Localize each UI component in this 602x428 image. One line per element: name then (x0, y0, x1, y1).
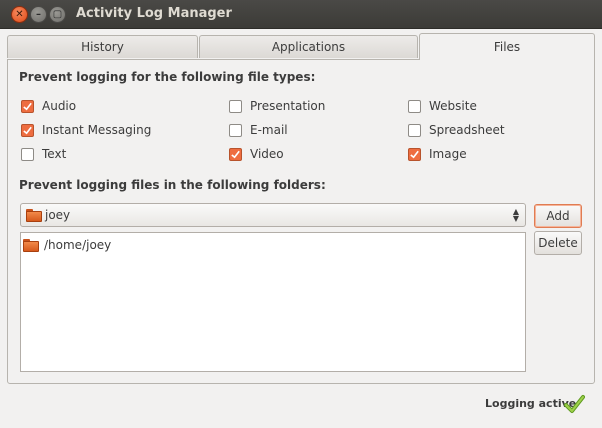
close-icon: ✕ (15, 9, 24, 20)
folder-icon (26, 208, 42, 222)
checkbox-image[interactable]: Image (408, 146, 467, 162)
checkbox-instant-messaging-label: Instant Messaging (42, 123, 152, 137)
tab-applications[interactable]: Applications (199, 35, 418, 58)
checkmark-icon (231, 150, 240, 158)
add-button-label: Add (546, 209, 570, 223)
activity-log-manager-window: ✕ – ▢ Activity Log Manager History Appli… (0, 0, 602, 428)
minimize-icon: – (36, 9, 41, 20)
checkbox-video[interactable]: Video (229, 146, 284, 162)
checkbox-spreadsheet[interactable]: Spreadsheet (408, 122, 505, 138)
checkbox-image-label: Image (429, 147, 467, 161)
checkmark-icon (23, 102, 32, 110)
checkbox-video-label: Video (250, 147, 284, 161)
folder-path: /home/joey (44, 238, 112, 252)
tab-files-label: Files (493, 40, 521, 54)
checkbox-text-box (21, 147, 34, 161)
tab-applications-label: Applications (271, 40, 346, 54)
close-window-button[interactable]: ✕ (11, 6, 28, 23)
title-bar: ✕ – ▢ Activity Log Manager (0, 0, 602, 29)
tab-history-label: History (81, 40, 124, 54)
tab-files[interactable]: Files (419, 33, 595, 60)
tab-history[interactable]: History (7, 35, 198, 58)
checkbox-image-box (408, 147, 421, 161)
folder-chooser-combo[interactable]: joey ▲ ▼ (20, 203, 526, 227)
add-button[interactable]: Add (534, 204, 582, 228)
checkbox-website-label: Website (429, 99, 477, 113)
checkbox-spreadsheet-box (408, 123, 421, 137)
checkmark-icon (23, 126, 32, 134)
checkbox-presentation-label: Presentation (250, 99, 326, 113)
checkbox-audio-box (21, 99, 34, 113)
excluded-folders-list[interactable]: /home/joey (20, 232, 526, 372)
checkbox-text-label: Text (42, 147, 67, 161)
checkbox-presentation[interactable]: Presentation (229, 98, 325, 114)
checkbox-video-box (229, 147, 242, 161)
checkbox-spreadsheet-label: Spreadsheet (429, 123, 505, 137)
checkbox-presentation-box (229, 99, 242, 113)
checkbox-audio[interactable]: Audio (21, 98, 76, 114)
window-title: Activity Log Manager (76, 6, 232, 21)
folders-heading: Prevent logging files in the following f… (19, 178, 326, 192)
checkbox-email[interactable]: E-mail (229, 122, 288, 138)
checkbox-instant-messaging-box (21, 123, 34, 137)
folder-icon (23, 238, 39, 252)
checkbox-website[interactable]: Website (408, 98, 477, 114)
checkbox-instant-messaging[interactable]: Instant Messaging (21, 122, 151, 138)
checkbox-website-box (408, 99, 421, 113)
checkbox-email-box (229, 123, 242, 137)
updown-arrows-icon: ▲ ▼ (512, 207, 519, 223)
checkmark-icon (410, 150, 419, 158)
maximize-icon: ▢ (52, 9, 63, 20)
checkbox-email-label: E-mail (250, 123, 288, 137)
checkbox-audio-label: Audio (42, 99, 77, 113)
delete-button-label: Delete (538, 236, 578, 250)
maximize-window-button[interactable]: ▢ (49, 6, 66, 23)
minimize-window-button[interactable]: – (30, 6, 47, 23)
checkmark-icon (564, 395, 585, 413)
delete-button[interactable]: Delete (534, 231, 582, 255)
checkbox-text[interactable]: Text (21, 146, 66, 162)
file-types-heading: Prevent logging for the following file t… (19, 70, 316, 84)
list-item[interactable]: /home/joey (23, 237, 111, 253)
folder-chooser-value: joey (45, 208, 71, 222)
